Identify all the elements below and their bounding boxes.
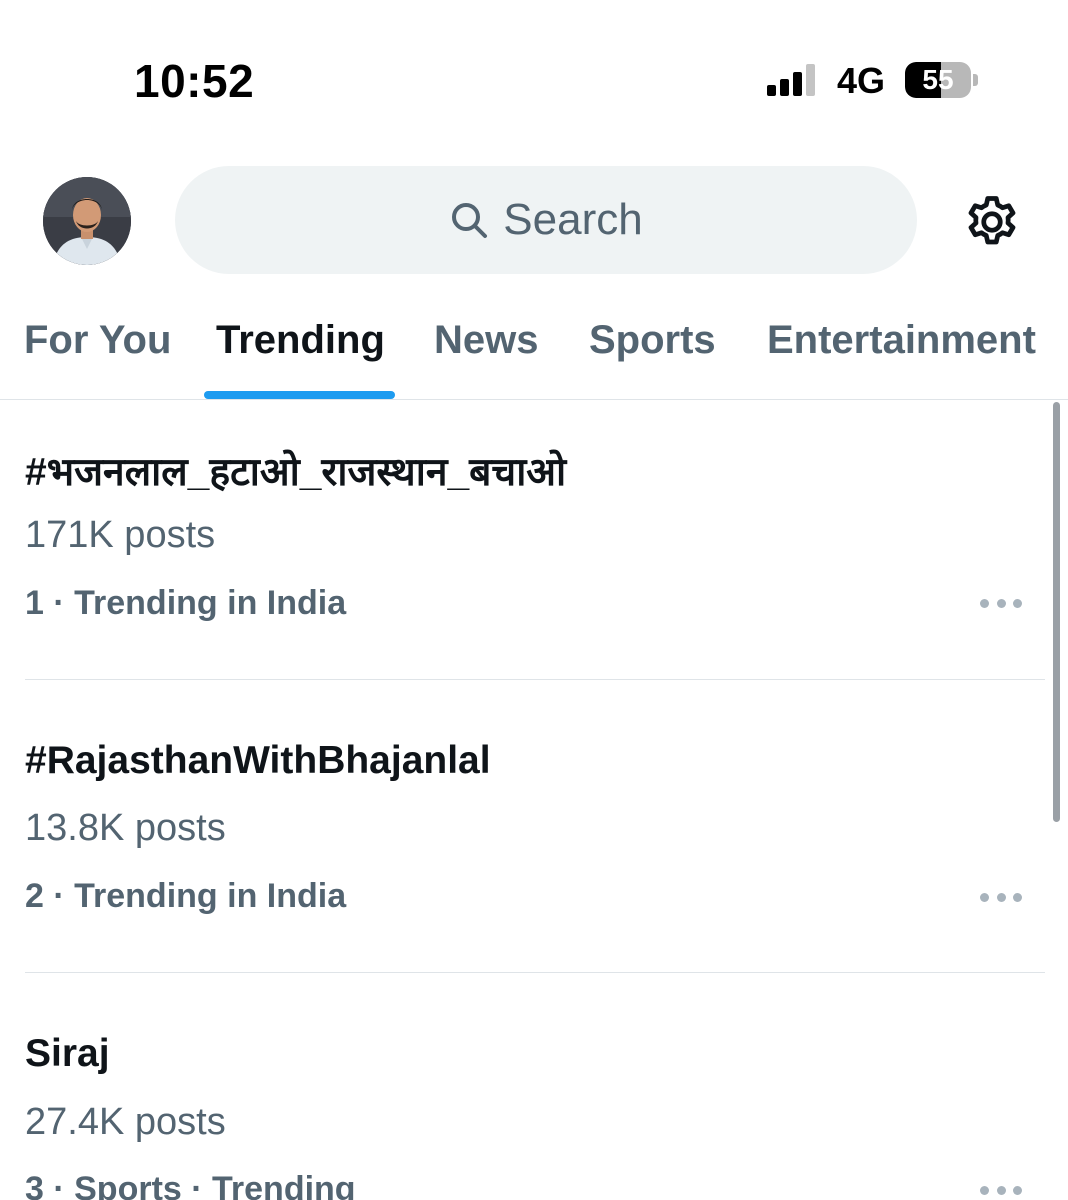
battery-icon: 55 — [905, 62, 978, 98]
trend-context: 1 · Trending in India — [25, 584, 347, 622]
tab-trending[interactable]: Trending — [216, 318, 385, 363]
trend-title: #RajasthanWithBhajanlal — [25, 739, 491, 782]
trend-context: 3 · Sports · Trending — [25, 1170, 356, 1200]
trend-title: #भजनलाल_हटाओ_राजस्थान_बचाओ — [25, 451, 567, 494]
tab-sports[interactable]: Sports — [589, 318, 716, 363]
trend-item[interactable]: #RajasthanWithBhajanlal 13.8K posts 2 · … — [0, 693, 1068, 973]
cellular-signal-icon — [767, 62, 819, 96]
tab-news[interactable]: News — [434, 318, 539, 363]
trend-post-count: 27.4K posts — [25, 1101, 226, 1143]
battery-level: 55 — [922, 64, 954, 95]
search-bar[interactable]: Search — [175, 166, 917, 274]
avatar[interactable] — [43, 177, 131, 265]
more-options-icon[interactable] — [980, 597, 1022, 609]
divider — [25, 972, 1045, 973]
search-icon — [449, 200, 489, 240]
explore-tabs: For You Trending News Sports Entertainme… — [0, 300, 1068, 400]
settings-gear-icon[interactable] — [962, 192, 1022, 252]
status-time: 10:52 — [134, 55, 255, 107]
active-tab-indicator — [204, 391, 395, 399]
trend-item[interactable]: Siraj 27.4K posts 3 · Sports · Trending — [0, 986, 1068, 1200]
trend-post-count: 13.8K posts — [25, 807, 226, 849]
divider — [25, 679, 1045, 680]
search-placeholder: Search — [503, 195, 643, 244]
explore-screen: 10:52 4G 55 Search For You Trending News… — [0, 0, 1068, 1200]
trend-item[interactable]: #भजनलाल_हटाओ_राजस्थान_बचाओ 171K posts 1 … — [0, 400, 1068, 680]
trend-context: 2 · Trending in India — [25, 877, 347, 915]
tab-for-you[interactable]: For You — [24, 318, 171, 363]
avatar-image — [43, 177, 131, 265]
tab-entertainment[interactable]: Entertainment — [767, 318, 1036, 363]
trend-title: Siraj — [25, 1032, 110, 1075]
more-options-icon[interactable] — [980, 891, 1022, 903]
network-type: 4G — [837, 60, 886, 101]
trend-post-count: 171K posts — [25, 514, 216, 556]
scrollbar[interactable] — [1053, 402, 1060, 822]
more-options-icon[interactable] — [980, 1184, 1022, 1196]
